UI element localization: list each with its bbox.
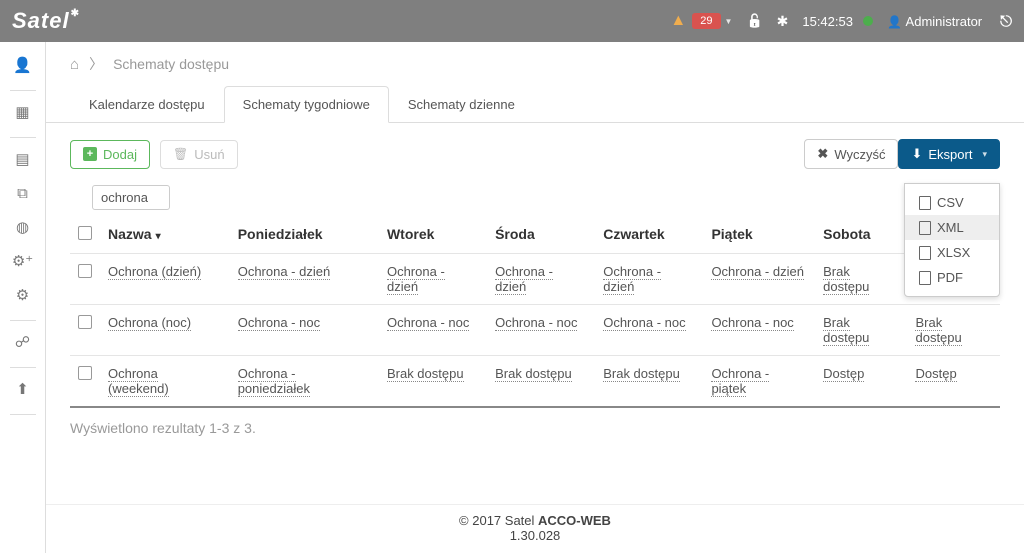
sidebar-item-document[interactable]: ▤	[8, 144, 38, 174]
user-icon	[887, 14, 902, 29]
select-all-checkbox[interactable]	[78, 226, 92, 240]
row-checkbox[interactable]	[78, 264, 92, 278]
export-dropdown: CSV XML XLSX PDF	[904, 183, 1000, 297]
sidebar-item-integrations[interactable]: ☍	[8, 327, 38, 357]
close-icon: ✖	[817, 146, 828, 162]
results-summary: Wyświetlono rezultaty 1-3 z 3.	[70, 408, 1000, 444]
export-csv[interactable]: CSV	[905, 190, 999, 215]
cell-tue[interactable]: Brak dostępu	[387, 366, 464, 382]
row-name[interactable]: Ochrona (noc)	[108, 315, 191, 331]
col-thu[interactable]: Czwartek	[595, 216, 703, 254]
row-checkbox[interactable]	[78, 366, 92, 380]
cell-mon[interactable]: Ochrona - poniedziałek	[238, 366, 310, 397]
export-xlsx[interactable]: XLSX	[905, 240, 999, 265]
col-sat[interactable]: Sobota	[815, 216, 907, 254]
chevron-down-icon: ▾	[982, 149, 987, 160]
col-fri[interactable]: Piątek	[703, 216, 815, 254]
cell-sun[interactable]: Brak dostępu	[915, 315, 961, 346]
table-row: Ochrona (dzień) Ochrona - dzień Ochrona - …	[70, 254, 1000, 305]
toolbar: +Dodaj 🗑Usuń ✖Wyczyść ⬇Eksport▾ CSV XML …	[70, 139, 1000, 169]
plus-icon: +	[83, 147, 97, 161]
search-input[interactable]	[92, 185, 170, 210]
cell-thu[interactable]: Ochrona - dzień	[603, 264, 661, 295]
tab-weekly[interactable]: Schematy tygodniowe	[224, 86, 389, 123]
add-button[interactable]: +Dodaj	[70, 140, 150, 169]
footer: © 2017 Satel ACCO-WEB 1.30.028	[46, 504, 1024, 553]
alert-count-badge: 29	[692, 13, 720, 29]
delete-button[interactable]: 🗑Usuń	[160, 140, 238, 169]
cell-sat[interactable]: Brak dostępu	[823, 315, 869, 346]
cell-sat[interactable]: Dostęp	[823, 366, 864, 382]
tabs: Kalendarze dostępu Schematy tygodniowe S…	[46, 86, 1024, 123]
sort-indicator-icon: ▾	[156, 231, 161, 242]
breadcrumb: ⌂ 〉 Schematy dostępu	[46, 42, 1024, 86]
sidebar-item-copy[interactable]: ⧉	[8, 178, 38, 208]
row-checkbox[interactable]	[78, 315, 92, 329]
schedule-table: Nazwa▾ Poniedziałek Wtorek Środa Czwarte…	[70, 216, 1000, 408]
cell-wed[interactable]: Ochrona - dzień	[495, 264, 553, 295]
export-pdf[interactable]: PDF	[905, 265, 999, 290]
sidebar-item-processes[interactable]: ⚙⁺	[8, 246, 38, 276]
status-dot-icon	[863, 16, 873, 26]
sidebar-item-user[interactable]: 👤	[8, 50, 38, 80]
tab-calendars[interactable]: Kalendarze dostępu	[70, 86, 224, 122]
cell-fri[interactable]: Ochrona - piątek	[711, 366, 769, 397]
home-icon[interactable]: ⌂	[70, 56, 79, 73]
cell-tue[interactable]: Ochrona - noc	[387, 315, 469, 331]
table-row: Ochrona (noc) Ochrona - noc Ochrona - noc O…	[70, 305, 1000, 356]
tab-daily[interactable]: Schematy dzienne	[389, 86, 534, 122]
cell-thu[interactable]: Brak dostępu	[603, 366, 680, 382]
chevron-down-icon: ▼	[725, 17, 733, 26]
logout-button[interactable]: ⎋	[1000, 13, 1012, 30]
cell-sat[interactable]: Brak dostępu	[823, 264, 869, 295]
topbar: Satel✱ ▲ 29 ▼ ✱ 15:42:53 Administrator ⎋	[0, 0, 1024, 42]
cell-wed[interactable]: Ochrona - noc	[495, 315, 577, 331]
download-icon: ⬇	[911, 146, 922, 162]
breadcrumb-title: Schematy dostępu	[113, 56, 229, 72]
file-icon	[919, 196, 931, 210]
row-name[interactable]: Ochrona (weekend)	[108, 366, 169, 397]
user-menu[interactable]: Administrator	[887, 14, 982, 29]
table-row: Ochrona (weekend) Ochrona - poniedziałek B…	[70, 356, 1000, 408]
sidebar-item-settings[interactable]: ⚙	[8, 280, 38, 310]
trash-icon: 🗑	[173, 147, 188, 161]
col-mon[interactable]: Poniedziałek	[230, 216, 379, 254]
cell-fri[interactable]: Ochrona - noc	[711, 315, 793, 331]
cell-thu[interactable]: Ochrona - noc	[603, 315, 685, 331]
export-button[interactable]: ⬇Eksport▾	[898, 139, 1000, 169]
sidebar: 👤 ▦ ▤ ⧉ ◍ ⚙⁺ ⚙ ☍ ⬆	[0, 42, 46, 553]
logo: Satel✱	[12, 8, 79, 34]
warning-icon: ▲	[670, 12, 686, 30]
cell-mon[interactable]: Ochrona - noc	[238, 315, 320, 331]
clock: 15:42:53	[802, 14, 873, 29]
cell-mon[interactable]: Ochrona - dzień	[238, 264, 331, 280]
file-icon	[919, 246, 931, 260]
unlock-icon	[746, 13, 762, 29]
col-tue[interactable]: Wtorek	[379, 216, 487, 254]
file-icon	[919, 221, 931, 235]
col-wed[interactable]: Środa	[487, 216, 595, 254]
sidebar-item-calendar[interactable]: ▦	[8, 97, 38, 127]
cell-tue[interactable]: Ochrona - dzień	[387, 264, 445, 295]
col-name[interactable]: Nazwa▾	[100, 216, 230, 254]
cell-wed[interactable]: Brak dostępu	[495, 366, 572, 382]
cell-sun[interactable]: Dostęp	[915, 366, 956, 382]
sidebar-item-globe[interactable]: ◍	[8, 212, 38, 242]
row-name[interactable]: Ochrona (dzień)	[108, 264, 201, 280]
cell-fri[interactable]: Ochrona - dzień	[711, 264, 804, 280]
file-icon	[919, 271, 931, 285]
snowflake-button[interactable]: ✱	[777, 13, 789, 30]
export-xml[interactable]: XML	[905, 215, 999, 240]
unlock-button[interactable]	[746, 13, 762, 29]
breadcrumb-separator: 〉	[89, 54, 103, 74]
clear-button[interactable]: ✖Wyczyść	[804, 139, 898, 169]
alerts-indicator[interactable]: ▲ 29 ▼	[670, 12, 732, 30]
sidebar-item-upload[interactable]: ⬆	[8, 374, 38, 404]
